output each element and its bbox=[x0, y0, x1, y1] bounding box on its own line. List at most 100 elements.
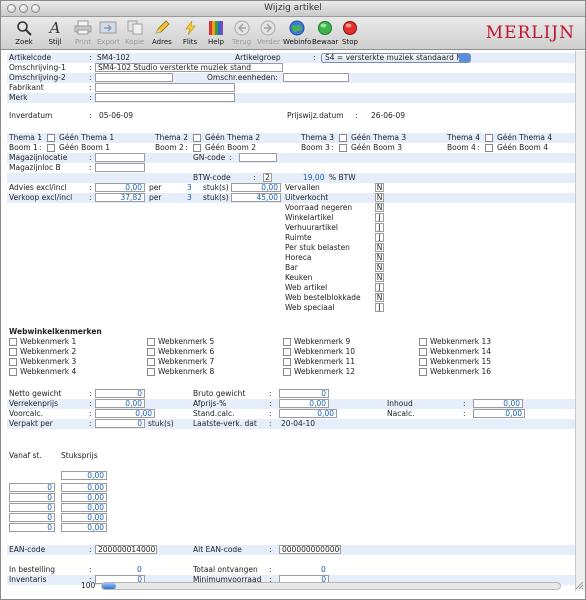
staffel-vanaf-field[interactable]: 0 bbox=[9, 503, 55, 512]
stijl-button[interactable]: A Stijl bbox=[46, 19, 64, 47]
thema-1-checkbox[interactable] bbox=[47, 134, 55, 142]
flag-voorraad-negeren-field[interactable]: N bbox=[375, 203, 384, 212]
webkenmerk-11-checkbox[interactable] bbox=[283, 358, 291, 366]
flag-web-artikel-field[interactable]: J bbox=[375, 283, 384, 292]
magazijnloc-b-field[interactable] bbox=[95, 163, 145, 172]
terug-button[interactable]: Terug bbox=[232, 19, 251, 46]
alt-ean-code-field[interactable]: 0000000000000 bbox=[279, 545, 341, 554]
flag-vervallen-field[interactable]: N bbox=[375, 183, 384, 192]
resize-grip-icon[interactable] bbox=[575, 581, 584, 590]
advies-excl-field[interactable]: 0,00 bbox=[95, 183, 145, 192]
staffel-prijs-field[interactable]: 0,00 bbox=[61, 503, 107, 512]
netto-gewicht-field[interactable]: 0 bbox=[95, 389, 145, 398]
artikelgroep-select[interactable]: S4 = versterkte muziek standaard M4 bbox=[321, 53, 471, 63]
staffel-prijs-field[interactable]: 0,00 bbox=[61, 483, 107, 492]
print-button[interactable]: Print bbox=[74, 19, 92, 46]
webkenmerk-14-checkbox[interactable] bbox=[419, 348, 427, 356]
flits-button[interactable]: Flits bbox=[181, 19, 199, 46]
verpakt-per-field[interactable]: 0 bbox=[95, 419, 145, 428]
vertical-scrollbar[interactable] bbox=[575, 51, 585, 591]
adres-button[interactable]: Adres bbox=[152, 19, 172, 46]
fabrikant-field[interactable] bbox=[95, 83, 235, 92]
webkenmerk-2-checkbox[interactable] bbox=[9, 348, 17, 356]
staffel-prijs-field[interactable]: 0,00 bbox=[61, 493, 107, 502]
flag-horeca-field[interactable]: N bbox=[375, 253, 384, 262]
flag-web-bestelblokkade-field[interactable]: N bbox=[375, 293, 384, 302]
webkenmerk-4-checkbox[interactable] bbox=[9, 368, 17, 376]
thema-4-checkbox[interactable] bbox=[485, 134, 493, 142]
webkenmerk-16-checkbox[interactable] bbox=[419, 368, 427, 376]
zoek-button[interactable]: Zoek bbox=[15, 19, 33, 46]
ean-code-field[interactable]: 2000000140001 bbox=[95, 545, 157, 554]
staffel-prijs-field[interactable]: 0,00 bbox=[61, 513, 107, 522]
boom-2-checkbox[interactable] bbox=[193, 144, 201, 152]
kopie-button[interactable]: Kopie bbox=[125, 19, 144, 46]
verpakt-per-label: Verpakt per bbox=[9, 419, 53, 428]
webkenmerk-label: Webkenmerk 14 bbox=[430, 347, 492, 356]
webkenmerk-15-checkbox[interactable] bbox=[419, 358, 427, 366]
export-button[interactable]: Export bbox=[97, 19, 120, 46]
magazijnlocatie-field[interactable] bbox=[95, 153, 145, 162]
omschrijving-2-field[interactable] bbox=[95, 73, 173, 82]
gn-code-field[interactable] bbox=[239, 153, 277, 162]
staffel-prijs-field[interactable]: 0,00 bbox=[61, 523, 107, 532]
flag-keuken-field[interactable]: N bbox=[375, 273, 384, 282]
horizontal-scrollbar[interactable] bbox=[101, 582, 561, 590]
flag-verhuurartikel-field[interactable]: J bbox=[375, 223, 384, 232]
afprijs-field[interactable]: 0,00 bbox=[279, 399, 329, 408]
advies-incl-field[interactable]: 0,00 bbox=[231, 183, 281, 192]
omschr-eenheden-field[interactable] bbox=[283, 73, 349, 82]
boom-3-checkbox[interactable] bbox=[339, 144, 347, 152]
bewaar-button[interactable]: Bewaar bbox=[312, 19, 338, 46]
voorcalc-field[interactable]: 0,00 bbox=[95, 409, 155, 418]
webkenmerk-9-checkbox[interactable] bbox=[283, 338, 291, 346]
staffel-vanaf-field[interactable]: 0 bbox=[9, 483, 55, 492]
webkenmerk-8-checkbox[interactable] bbox=[147, 368, 155, 376]
colon: : bbox=[269, 389, 272, 398]
webkenmerk-6-checkbox[interactable] bbox=[147, 348, 155, 356]
inhoud-field[interactable]: 0,00 bbox=[473, 399, 523, 408]
webkenmerk-10-checkbox[interactable] bbox=[283, 348, 291, 356]
webkenmerk-12-checkbox[interactable] bbox=[283, 368, 291, 376]
flag-winkelartikel-field[interactable]: J bbox=[375, 213, 384, 222]
nacalc-field[interactable]: 0,00 bbox=[473, 409, 525, 418]
verrekenprijs-field[interactable]: 0,00 bbox=[95, 399, 145, 408]
zoom-level[interactable]: 100 bbox=[81, 581, 95, 591]
thema-2-checkbox[interactable] bbox=[193, 134, 201, 142]
merk-field[interactable] bbox=[95, 93, 235, 102]
flag-uitverkocht-field[interactable]: N bbox=[375, 193, 384, 202]
flag-web-speciaal-field[interactable]: J bbox=[375, 303, 384, 312]
webkenmerk-13-checkbox[interactable] bbox=[419, 338, 427, 346]
standcalc-field[interactable]: 0,00 bbox=[279, 409, 337, 418]
artikelcode-value[interactable]: SM4-102 bbox=[97, 53, 130, 63]
inverdatum-value[interactable]: 05-06-09 bbox=[99, 111, 133, 121]
webkenmerk-3-checkbox[interactable] bbox=[9, 358, 17, 366]
webkenmerk-5-checkbox[interactable] bbox=[147, 338, 155, 346]
staffel-vanaf-field[interactable]: 0 bbox=[9, 493, 55, 502]
advies-qty[interactable]: 3 bbox=[187, 183, 192, 193]
verkoop-qty[interactable]: 3 bbox=[187, 193, 192, 203]
btw-code-field[interactable]: 2 bbox=[263, 173, 272, 182]
verder-button[interactable]: Verder bbox=[257, 19, 280, 46]
omschrijving-1-field[interactable]: SM4-102 Studio versterkte muziek stand bbox=[95, 63, 283, 72]
webkenmerk-7-checkbox[interactable] bbox=[147, 358, 155, 366]
flag-bar-field[interactable]: N bbox=[375, 263, 384, 272]
boom-4-checkbox[interactable] bbox=[485, 144, 493, 152]
bruto-gewicht-field[interactable]: 0 bbox=[279, 389, 329, 398]
thema-3-checkbox[interactable] bbox=[339, 134, 347, 142]
flag-per-stuk-belasten-field[interactable]: N bbox=[375, 243, 384, 252]
staffel-vanaf-field[interactable]: 0 bbox=[9, 513, 55, 522]
verkoop-incl-field[interactable]: 45,00 bbox=[231, 193, 281, 202]
staffel-top-prijs-field[interactable]: 0,00 bbox=[61, 471, 107, 480]
boom-1-checkbox[interactable] bbox=[47, 144, 55, 152]
verkoop-excl-field[interactable]: 37,82 bbox=[95, 193, 145, 202]
prijswijz-datum-value[interactable]: 26-06-09 bbox=[371, 111, 405, 121]
staffel-vanaf-field[interactable]: 0 bbox=[9, 523, 55, 532]
webkenmerk-1-checkbox[interactable] bbox=[9, 338, 17, 346]
horizontal-scroll-knob[interactable] bbox=[102, 583, 116, 589]
stop-button[interactable]: Stop bbox=[341, 19, 359, 46]
help-button[interactable]: Help bbox=[207, 19, 225, 46]
flag-ruimte-field[interactable]: J bbox=[375, 233, 384, 242]
flag-label: Web speciaal bbox=[285, 303, 335, 312]
webinfo-button[interactable]: Webinfo bbox=[283, 19, 311, 46]
